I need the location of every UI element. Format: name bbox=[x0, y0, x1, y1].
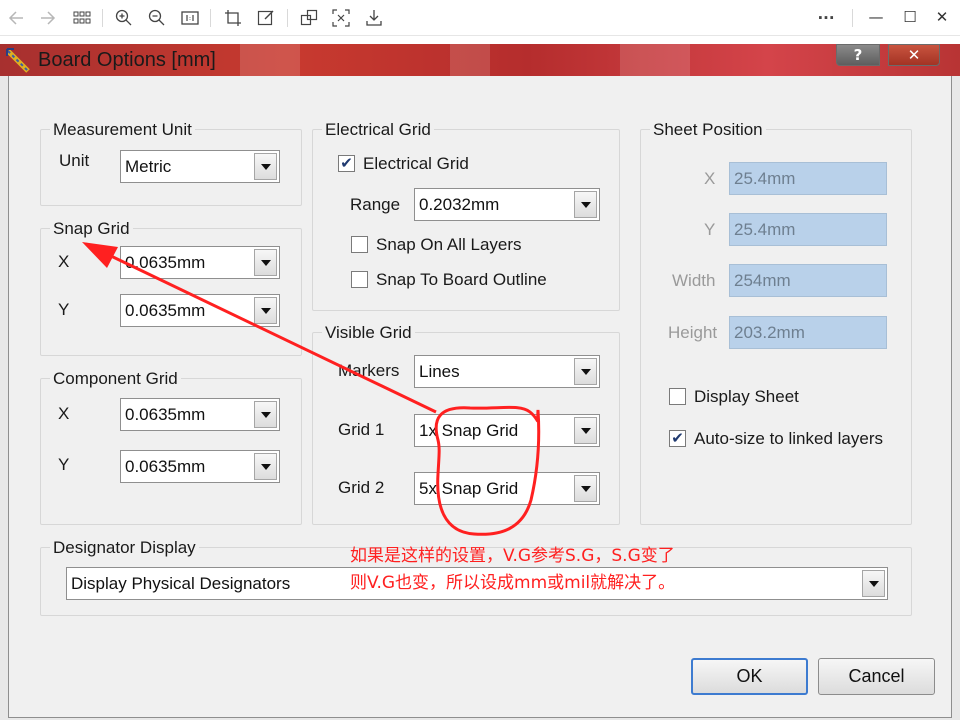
annotation-circle-icon bbox=[434, 405, 541, 536]
annotation-overlay bbox=[82, 242, 541, 536]
annotation-arrowhead-icon bbox=[82, 242, 118, 268]
annotation-line-1: 如果是这样的设置，V.G参考S.G，S.G变了 bbox=[350, 546, 675, 566]
annotation-line-2: 则V.G也变，所以设成mm或mil就解决了。 bbox=[350, 573, 676, 593]
annotation-arrow-icon bbox=[85, 242, 437, 414]
annotation-note: 如果是这样的设置，V.G参考S.G，S.G变了 则V.G也变，所以设成mm或mi… bbox=[350, 543, 770, 597]
